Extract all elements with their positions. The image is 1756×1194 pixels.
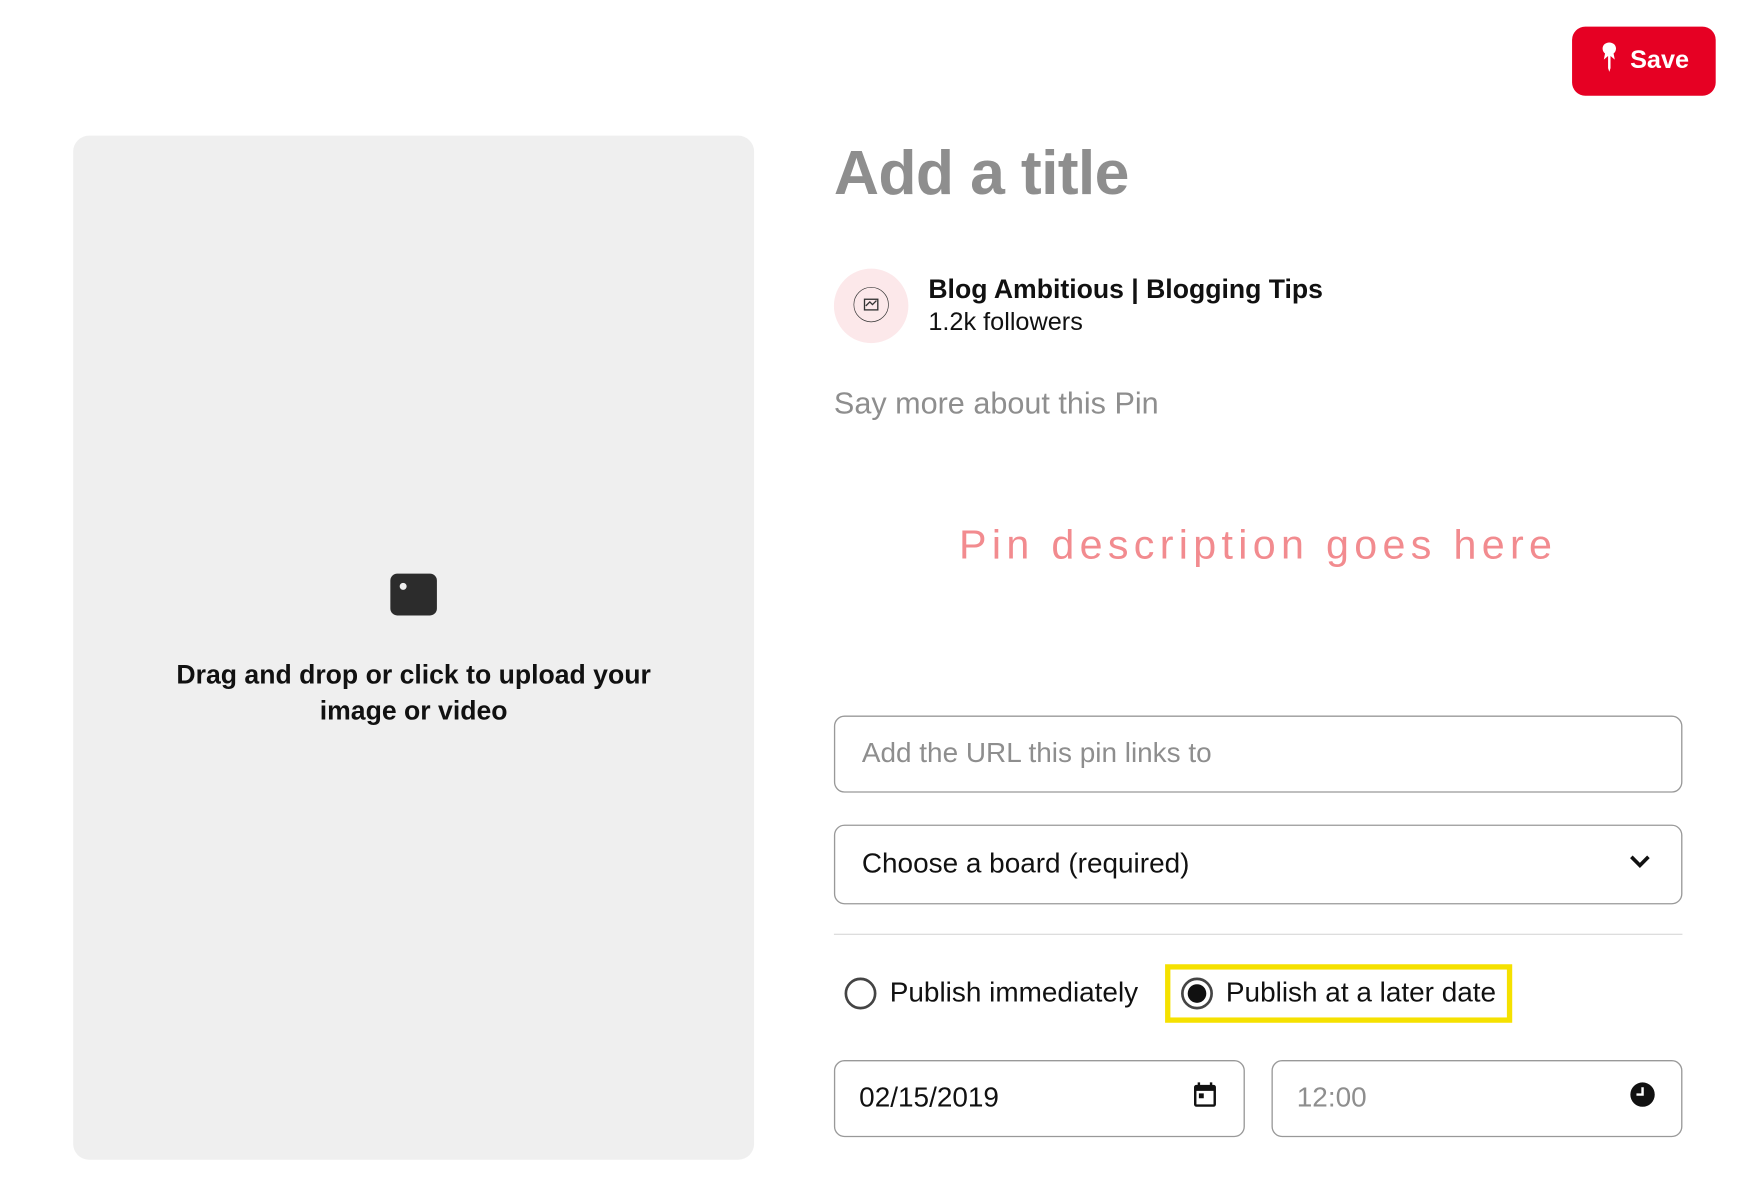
- save-button[interactable]: Save: [1572, 27, 1716, 96]
- radio-icon: [845, 978, 877, 1010]
- image-icon: [386, 566, 442, 658]
- time-value: 12:00: [1297, 1083, 1367, 1115]
- chevron-down-icon: [1625, 846, 1654, 883]
- radio-icon: [1181, 978, 1213, 1010]
- board-select[interactable]: Choose a board (required): [834, 825, 1683, 905]
- upload-dropzone[interactable]: Drag and drop or click to upload your im…: [73, 136, 754, 1160]
- avatar: [834, 269, 908, 343]
- description-annotation: Pin description goes here: [834, 521, 1683, 569]
- date-value: 02/15/2019: [859, 1083, 999, 1115]
- profile-info: Blog Ambitious | Blogging Tips 1.2k foll…: [834, 269, 1683, 343]
- publish-later-radio[interactable]: Publish at a later date: [1165, 964, 1512, 1023]
- time-input[interactable]: 12:00: [1271, 1060, 1682, 1137]
- radio-label: Publish immediately: [890, 978, 1138, 1010]
- date-input[interactable]: 02/15/2019: [834, 1060, 1245, 1137]
- publish-immediately-radio[interactable]: Publish immediately: [834, 970, 1149, 1018]
- pin-url-input[interactable]: [834, 716, 1683, 793]
- title-input[interactable]: Add a title: [834, 136, 1683, 209]
- profile-name: Blog Ambitious | Blogging Tips: [928, 275, 1323, 306]
- profile-followers: 1.2k followers: [928, 308, 1323, 337]
- save-button-label: Save: [1630, 47, 1689, 76]
- upload-text: Drag and drop or click to upload your im…: [174, 658, 653, 730]
- clock-icon: [1628, 1080, 1657, 1117]
- calendar-icon: [1190, 1080, 1219, 1117]
- radio-label: Publish at a later date: [1226, 978, 1496, 1010]
- board-select-label: Choose a board (required): [862, 849, 1190, 881]
- pin-icon: [1598, 43, 1619, 80]
- divider: [834, 934, 1683, 935]
- description-input[interactable]: Say more about this Pin: [834, 386, 1683, 422]
